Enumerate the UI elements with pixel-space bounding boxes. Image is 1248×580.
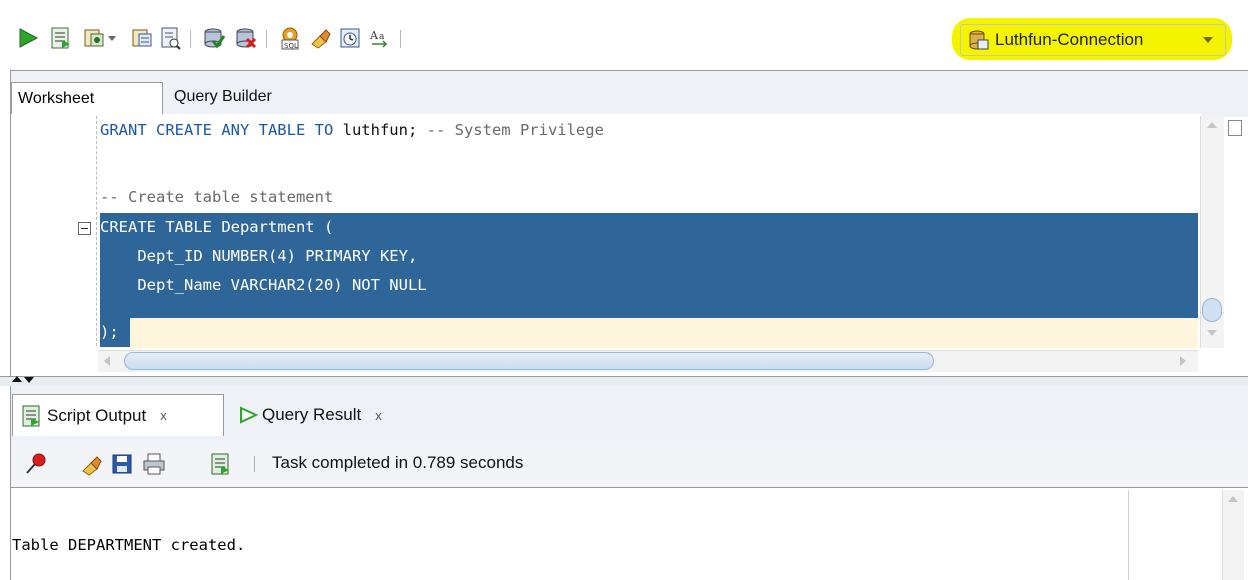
script-output-area[interactable] [10, 488, 1248, 580]
close-icon[interactable]: x [375, 408, 382, 423]
eraser-icon [311, 29, 331, 49]
print-output-button[interactable] [140, 450, 168, 478]
toolbar-separator [254, 456, 255, 472]
tab-query-result[interactable]: Query Result x [238, 400, 382, 430]
run-script-output-button[interactable] [206, 450, 234, 478]
arrow-down-icon[interactable] [24, 377, 34, 383]
scroll-left-icon[interactable] [104, 356, 110, 366]
tab-script-output-label: Script Output [47, 405, 147, 425]
save-output-button[interactable] [108, 450, 136, 478]
pin-button[interactable] [22, 450, 50, 478]
database-commit-icon [204, 28, 226, 49]
clear-output-button[interactable] [78, 450, 106, 478]
commit-dropdown[interactable] [104, 24, 120, 52]
sql-history-button[interactable] [336, 24, 364, 52]
tab-script-output[interactable]: Script Output x [12, 394, 224, 436]
scroll-up-icon[interactable] [1228, 496, 1238, 502]
editor-split-box[interactable] [1228, 120, 1242, 136]
format-case-button[interactable]: Aa [366, 24, 394, 52]
editor-horizontal-scroll-thumb[interactable] [124, 352, 934, 370]
clear-button[interactable] [306, 24, 334, 52]
chevron-down-icon[interactable] [1203, 37, 1213, 43]
svg-text:SQL: SQL [284, 42, 298, 50]
code-line-selected: CREATE TABLE Department ( [100, 213, 1198, 242]
code-keyword: GRANT CREATE ANY TABLE TO [100, 121, 334, 139]
print-icon [143, 453, 165, 475]
panel-splitter[interactable] [0, 376, 1248, 386]
explain-plan-icon [161, 27, 181, 50]
case-format-icon: Aa [369, 29, 388, 48]
run-script-icon [211, 453, 229, 475]
run-script-icon [51, 27, 70, 49]
status-text: Task completed in 0.789 seconds [272, 453, 524, 472]
database-rollback-button[interactable] [232, 24, 260, 52]
toolbar-separator [190, 30, 191, 48]
code-line-selected: ); [100, 318, 130, 347]
output-message: Table DEPARTMENT created. [12, 536, 246, 554]
pin-icon [26, 453, 46, 474]
output-toolbar [10, 440, 1248, 488]
current-line-highlight [130, 318, 1198, 348]
connection-selector[interactable]: Luthfun-Connection [960, 24, 1226, 56]
sql-tuning-icon: SQL [281, 27, 299, 50]
code-line-selected: Dept_Name VARCHAR2(20) NOT NULL [100, 271, 1198, 301]
run-icon [19, 28, 39, 48]
chevron-down-icon [108, 36, 116, 41]
svg-text:A: A [369, 29, 379, 42]
sql-tuning-button[interactable]: SQL [276, 24, 304, 52]
save-icon [112, 454, 132, 474]
svg-text:a: a [379, 32, 385, 42]
selection-fill [100, 300, 1198, 318]
output-vertical-scrollbar[interactable] [1222, 490, 1244, 580]
code-line-1: GRANT CREATE ANY TABLE TO luthfun; -- Sy… [100, 116, 604, 145]
tab-query-builder[interactable]: Query Builder [174, 88, 272, 106]
database-connection-icon [969, 30, 989, 50]
output-divider [1128, 490, 1129, 580]
tab-query-result-label: Query Result [262, 405, 362, 424]
explain-plan-button[interactable] [156, 24, 184, 52]
editor-vertical-scroll-thumb[interactable] [1202, 298, 1222, 322]
collapse-icon[interactable] [78, 222, 91, 235]
database-commit-button[interactable] [200, 24, 228, 52]
scroll-right-icon[interactable] [1180, 356, 1186, 366]
scroll-up-icon[interactable] [1207, 122, 1217, 128]
scroll-down-icon[interactable] [1207, 330, 1217, 336]
database-rollback-icon [236, 28, 257, 49]
arrow-up-icon[interactable] [12, 376, 22, 382]
code-line-selected: Dept_ID NUMBER(4) PRIMARY KEY, [100, 242, 1198, 271]
run-statement-button[interactable] [14, 24, 42, 52]
commit-icon [84, 29, 104, 47]
eraser-icon [82, 456, 102, 476]
code-identifier: luthfun; [333, 121, 418, 139]
code-line-3: -- Create table statement [100, 183, 333, 212]
editor-gutter-guide [96, 116, 97, 346]
connection-label: Luthfun-Connection [995, 30, 1144, 49]
run-script-button[interactable] [46, 24, 74, 52]
autotrace-button[interactable] [128, 24, 156, 52]
toolbar-separator [266, 30, 267, 48]
code-comment: -- Create table statement [100, 188, 334, 206]
tab-worksheet[interactable]: Worksheet [11, 82, 163, 114]
code-comment: -- System Privilege [417, 121, 604, 139]
script-output-icon [22, 405, 40, 426]
run-icon [240, 406, 258, 424]
toolbar-separator [400, 30, 401, 48]
close-icon[interactable]: x [160, 408, 167, 423]
autotrace-icon [132, 29, 152, 47]
sql-history-icon [340, 28, 360, 48]
